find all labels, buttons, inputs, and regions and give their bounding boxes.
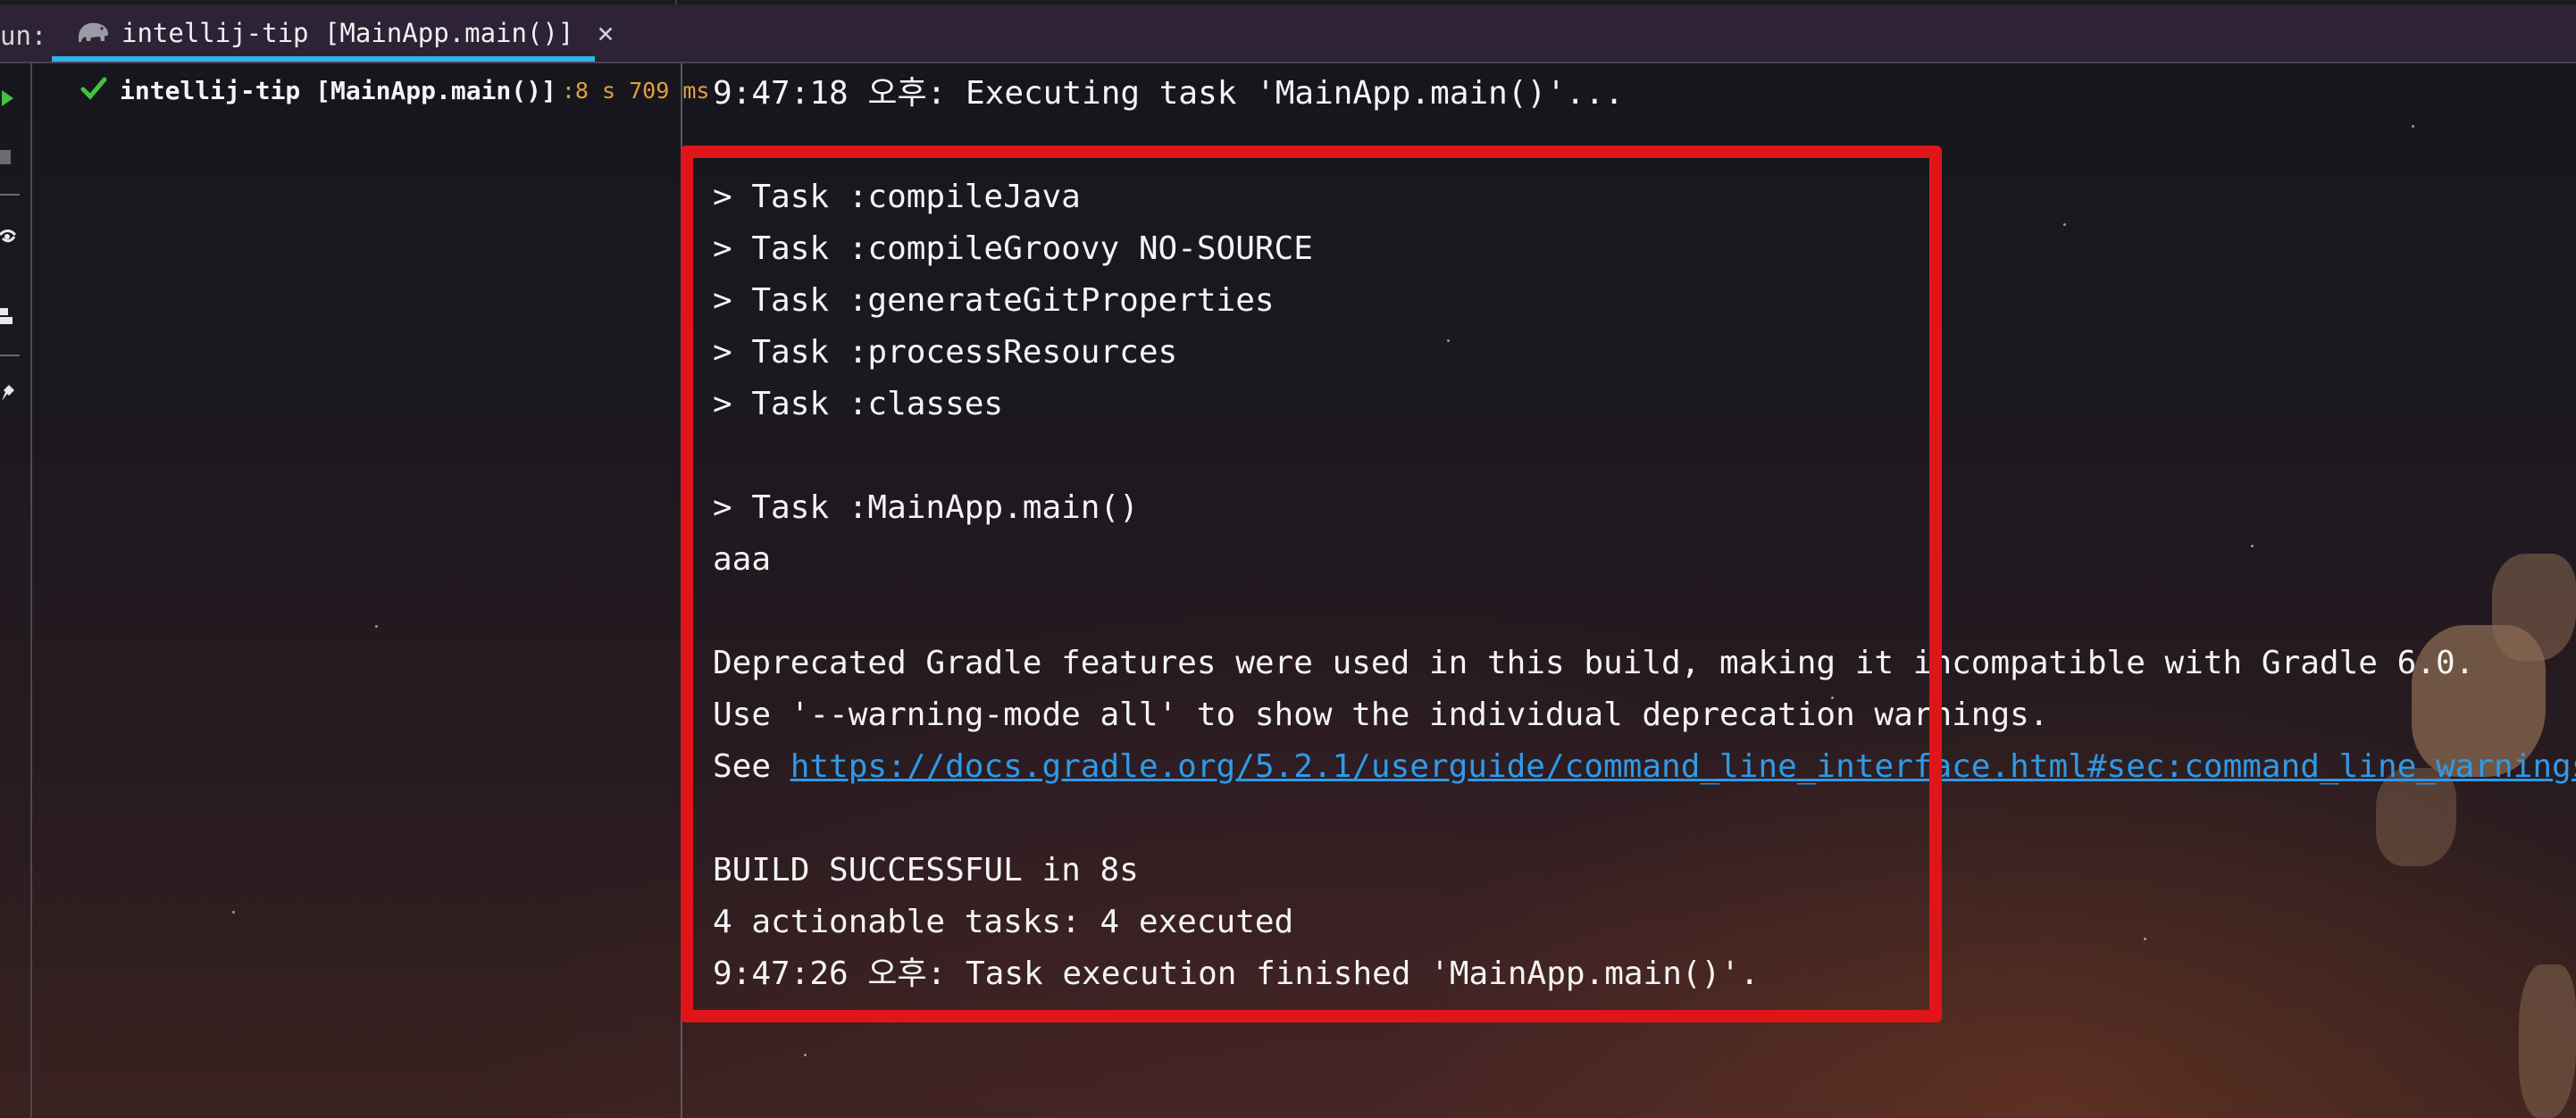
see-prefix: See bbox=[713, 748, 790, 785]
run-tab-title: intellij-tip [MainApp.main()] bbox=[121, 18, 574, 48]
console-line: > Task :classes bbox=[713, 386, 1004, 422]
run-label: un: bbox=[0, 21, 47, 51]
pin-icon[interactable] bbox=[0, 381, 16, 405]
ide-run-window: un: intellij-tip [MainApp.main()] × inte… bbox=[0, 0, 2576, 1118]
console-line: 4 actionable tasks: 4 executed bbox=[713, 904, 1294, 940]
gradle-elephant-icon bbox=[75, 18, 111, 48]
console-line-see: See https://docs.gradle.org/5.2.1/usergu… bbox=[713, 747, 2576, 787]
toolbar-separator bbox=[0, 355, 20, 356]
console-line: > Task :MainApp.main() bbox=[713, 489, 1139, 526]
console-line: > Task :compileJava bbox=[713, 179, 1081, 215]
console-line: Deprecated Gradle features were used in … bbox=[713, 645, 2475, 681]
toolbar-separator bbox=[0, 194, 20, 196]
console-line: Use '--warning-mode all' to show the ind… bbox=[713, 697, 2049, 733]
layout-icon[interactable] bbox=[0, 305, 16, 328]
run-toolbar bbox=[0, 63, 32, 1118]
check-icon bbox=[80, 75, 107, 105]
run-tab-bar: un: intellij-tip [MainApp.main()] × bbox=[0, 4, 2576, 63]
close-icon[interactable]: × bbox=[597, 19, 614, 47]
run-tree-panel: intellij-tip [MainApp.main()] :8 s 709 m… bbox=[32, 63, 709, 1118]
console-line: BUILD SUCCESSFUL in 8s bbox=[713, 852, 1139, 889]
console-line: 9:47:18 오후: Executing task 'MainApp.main… bbox=[713, 75, 1624, 112]
run-icon[interactable] bbox=[0, 87, 16, 110]
console-line: > Task :generateGitProperties bbox=[713, 282, 1275, 319]
eye-icon[interactable] bbox=[0, 226, 17, 249]
run-tree-item[interactable]: intellij-tip [MainApp.main()] :8 s 709 m… bbox=[80, 72, 709, 108]
stop-icon[interactable] bbox=[0, 146, 16, 169]
console-line: > Task :compileGroovy NO-SOURCE bbox=[713, 230, 1313, 267]
active-tab-underline bbox=[52, 56, 595, 62]
gradle-docs-link[interactable]: https://docs.gradle.org/5.2.1/userguide/… bbox=[790, 748, 2576, 785]
console-line: > Task :processResources bbox=[713, 334, 1178, 371]
console-line: 9:47:26 오후: Task execution finished 'Mai… bbox=[713, 955, 1760, 992]
run-tree-item-label: intellij-tip [MainApp.main()] bbox=[120, 75, 556, 105]
console-output[interactable]: 9:47:18 오후: Executing task 'MainApp.main… bbox=[682, 63, 2576, 1118]
run-tab[interactable]: intellij-tip [MainApp.main()] × bbox=[52, 4, 615, 62]
console-line: aaa bbox=[713, 541, 772, 578]
